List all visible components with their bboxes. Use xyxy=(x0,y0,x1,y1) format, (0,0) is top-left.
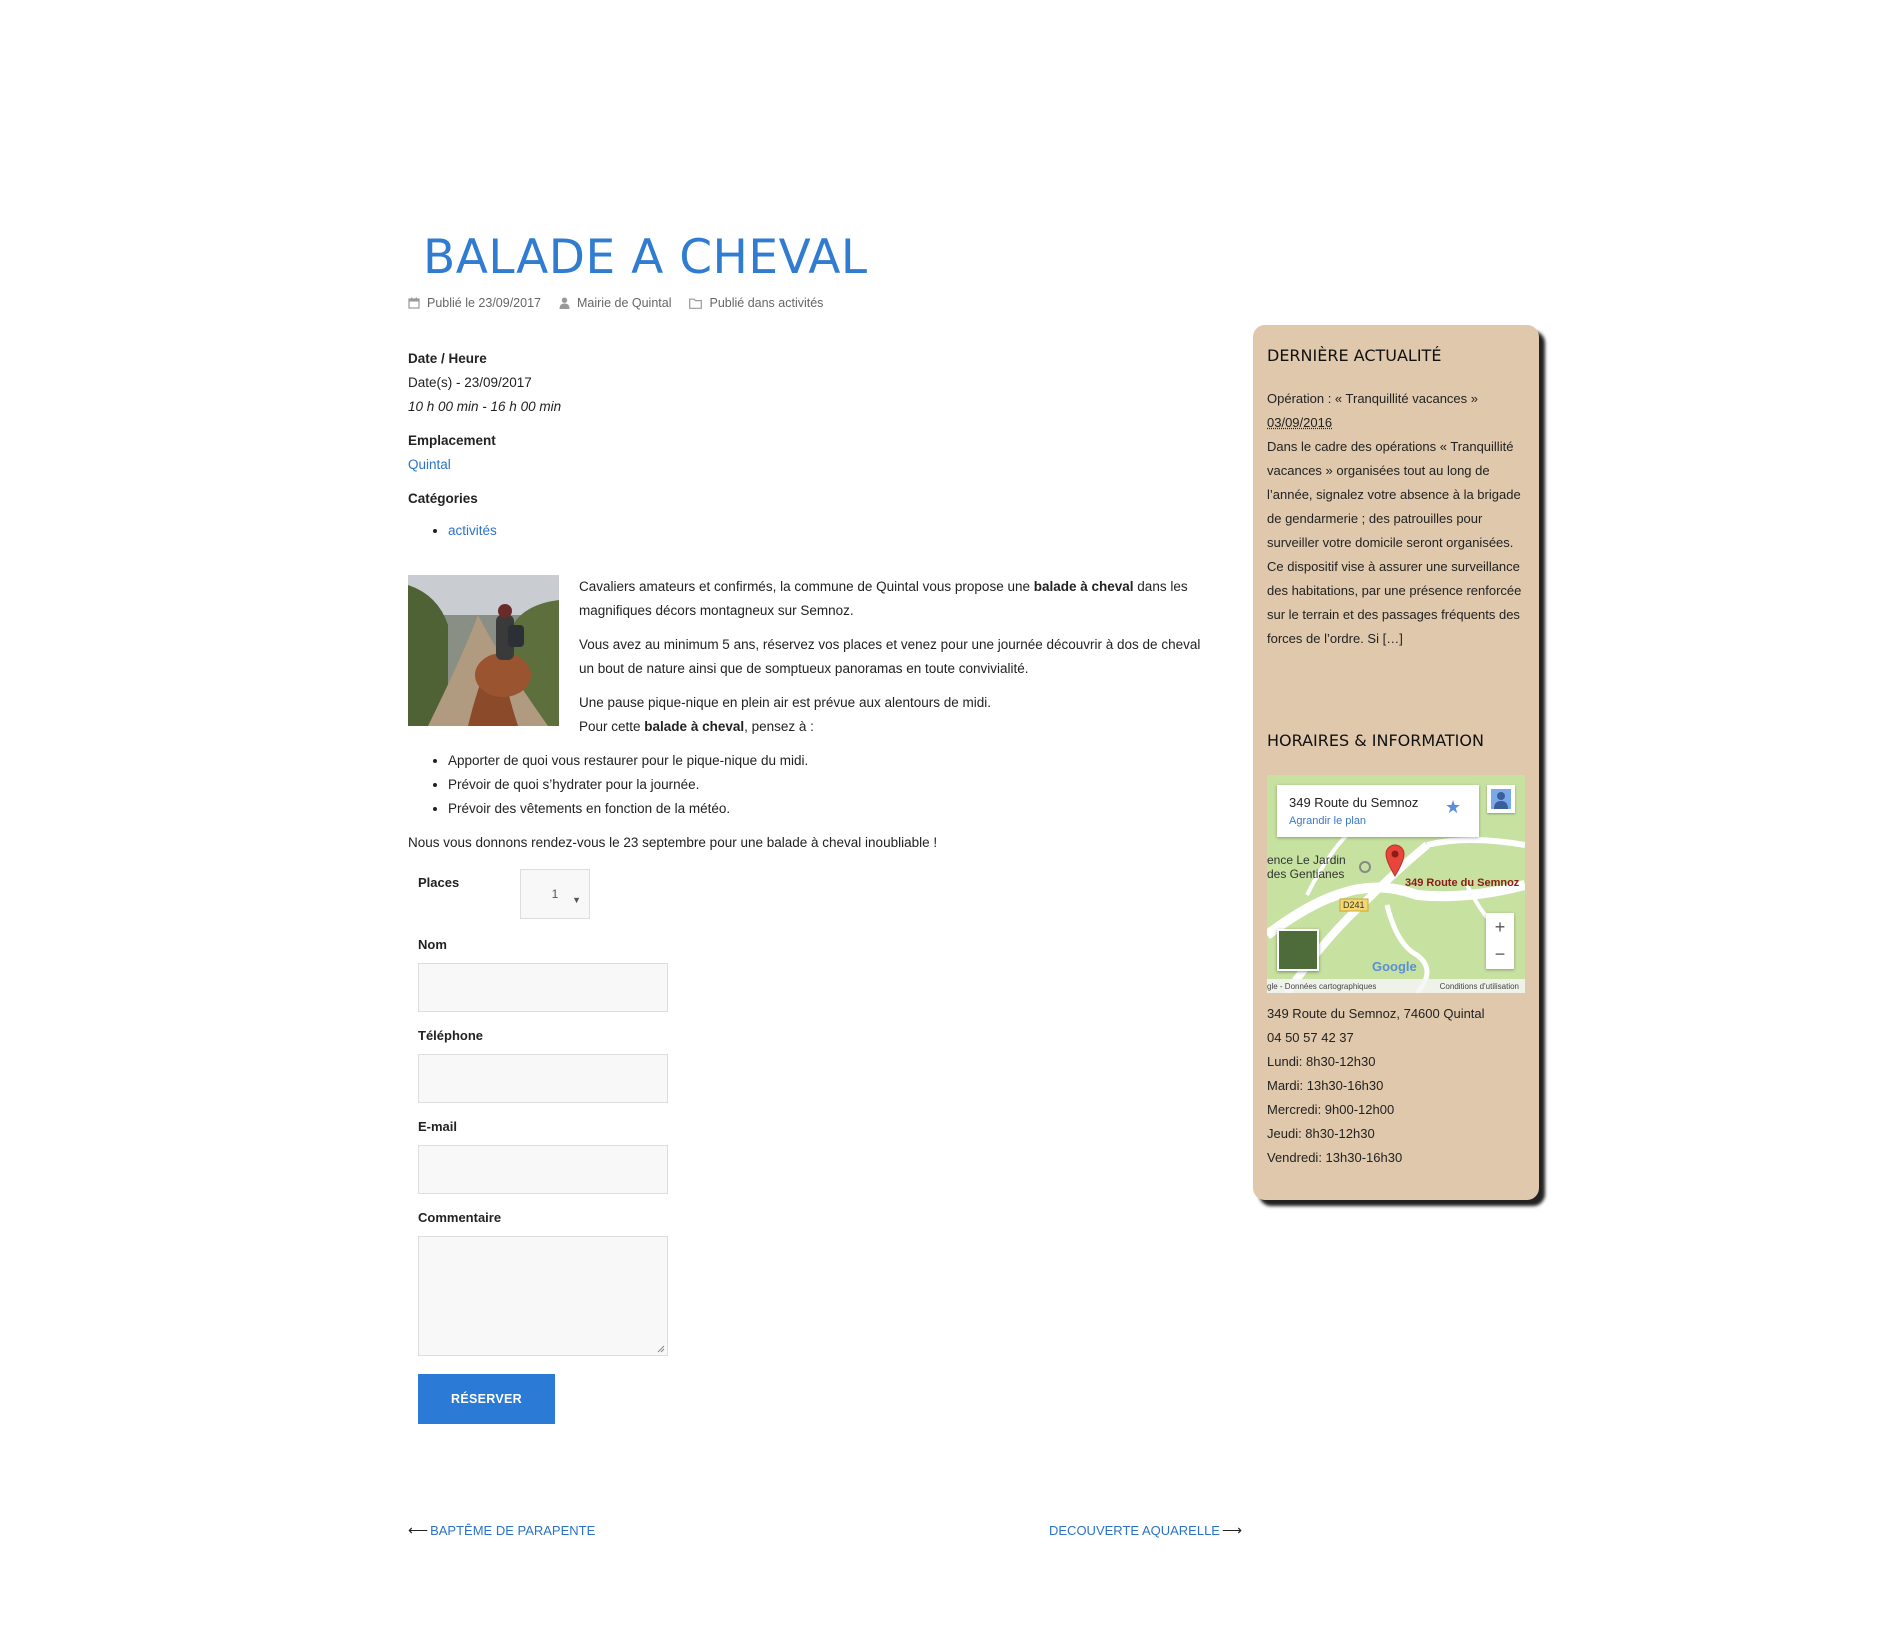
intro-text-part: Cavaliers amateurs et confirmés, la comm… xyxy=(579,579,1034,594)
news-heading: DERNIÈRE ACTUALITÉ xyxy=(1267,346,1442,365)
news-date: 03/09/2016 xyxy=(1267,415,1333,430)
street-view-icon[interactable] xyxy=(1487,785,1515,813)
phone-number: 04 50 57 42 37 xyxy=(1267,1030,1354,1045)
zoom-control: + − xyxy=(1486,913,1514,969)
places-label: Places xyxy=(418,875,460,890)
list-item: Prévoir des vêtements en fonction de la … xyxy=(448,797,1208,821)
publish-date: Publié le 23/09/2017 xyxy=(427,296,541,310)
map-terms-link[interactable]: Conditions d'utilisation xyxy=(1440,982,1519,991)
categories-heading: Catégories xyxy=(408,491,478,506)
map-info-card: 349 Route du Semnoz Agrandir le plan ★ xyxy=(1277,785,1479,837)
intro-text: Cavaliers amateurs et confirmés, la comm… xyxy=(579,575,1208,739)
next-post-label: DECOUVERTE AQUARELLE xyxy=(1049,1523,1220,1538)
location-link[interactable]: Quintal xyxy=(408,457,451,472)
marker-label: 349 Route du Semnoz xyxy=(1405,877,1520,889)
email-label: E-mail xyxy=(418,1119,458,1134)
categories-list: activités xyxy=(408,519,1208,543)
checklist-intro-part: , pensez à : xyxy=(744,719,814,734)
google-logo: Google xyxy=(1372,959,1417,974)
map-attribution: gle - Données cartographiques xyxy=(1267,981,1377,991)
prev-post-label: BAPTÊME DE PARAPENTE xyxy=(430,1523,596,1538)
comment-label: Commentaire xyxy=(418,1210,502,1225)
news-excerpt: Dans le cadre des opérations « Tranquill… xyxy=(1267,439,1522,646)
prev-post-link[interactable]: ⟵ BAPTÊME DE PARAPENTE xyxy=(408,1522,595,1539)
comment-field[interactable] xyxy=(418,1236,668,1356)
post-content: Date / Heure Date(s) - 23/09/2017 10 h 0… xyxy=(408,347,1208,1424)
intro-section: Cavaliers amateurs et confirmés, la comm… xyxy=(408,575,1208,739)
intro-text-bold: balade à cheval xyxy=(1033,579,1134,594)
checklist: Apporter de quoi vous restaurer pour le … xyxy=(408,749,1208,821)
checklist-intro-bold: balade à cheval xyxy=(644,719,745,734)
info-heading: HORAIRES & INFORMATION xyxy=(1267,731,1484,750)
post-meta: Publié le 23/09/2017 Mairie de Quintal P… xyxy=(408,296,841,310)
map-footer: gle - Données cartographiques Conditions… xyxy=(1267,979,1525,993)
location-heading: Emplacement xyxy=(408,433,496,448)
resize-handle-icon[interactable] xyxy=(657,1345,665,1353)
email-field[interactable] xyxy=(418,1145,668,1194)
star-icon[interactable]: ★ xyxy=(1445,797,1461,818)
page-title: BALADE A CHEVAL xyxy=(423,230,868,285)
map-enlarge-link[interactable]: Agrandir le plan xyxy=(1289,815,1366,827)
paragraph-picnic: Une pause pique-nique en plein air est p… xyxy=(579,695,992,710)
sidebar: DERNIÈRE ACTUALITÉ Opération : « Tranqui… xyxy=(1253,325,1539,1200)
zoom-in-button[interactable]: + xyxy=(1486,913,1514,941)
folder-icon xyxy=(689,298,703,309)
phone-field[interactable] xyxy=(418,1054,668,1103)
place-label: des Gentianes xyxy=(1267,867,1345,881)
checklist-intro-part: Pour cette xyxy=(579,719,645,734)
place-label: ence Le Jardin xyxy=(1267,853,1346,867)
list-item: Apporter de quoi vous restaurer pour le … xyxy=(448,749,1208,773)
map-pin-icon[interactable] xyxy=(1384,843,1406,877)
author-link[interactable]: Mairie de Quintal xyxy=(577,296,672,310)
hours-tuesday: Mardi: 13h30-16h30 xyxy=(1267,1078,1384,1093)
arrow-left-icon: ⟵ xyxy=(408,1522,429,1538)
name-label: Nom xyxy=(418,937,447,952)
zoom-out-button[interactable]: − xyxy=(1486,941,1514,969)
address: 349 Route du Semnoz, 74600 Quintal xyxy=(1267,1006,1485,1021)
calendar-icon xyxy=(408,297,420,309)
news-title-link[interactable]: Opération : « Tranquillité vacances » xyxy=(1267,391,1478,406)
list-item: activités xyxy=(448,519,1208,543)
satellite-toggle[interactable] xyxy=(1277,929,1319,971)
road-label: D241 xyxy=(1343,900,1365,910)
hours-friday: Vendredi: 13h30-16h30 xyxy=(1267,1150,1403,1165)
hours-thursday: Jeudi: 8h30-12h30 xyxy=(1267,1126,1375,1141)
hours-wednesday: Mercredi: 9h00-12h00 xyxy=(1267,1102,1395,1117)
booking-form: Places 1 ▼ Nom Téléphone E-mail Commenta… xyxy=(418,869,1208,1424)
category-meta: Publié dans activités xyxy=(709,296,824,310)
list-item: Prévoir de quoi s’hydrater pour la journ… xyxy=(448,773,1208,797)
category-link-activites[interactable]: activités xyxy=(448,523,497,538)
location-map[interactable]: D241 ence Le Jardin des Gentianes 349 Ro… xyxy=(1267,775,1525,993)
places-value: 1 xyxy=(551,887,559,901)
event-dates: Date(s) - 23/09/2017 xyxy=(408,375,532,390)
event-time: 10 h 00 min - 16 h 00 min xyxy=(408,399,562,414)
hours-monday: Lundi: 8h30-12h30 xyxy=(1267,1054,1376,1069)
horse-ride-image xyxy=(408,575,559,726)
arrow-right-icon: ⟶ xyxy=(1221,1522,1243,1538)
name-field[interactable] xyxy=(418,963,668,1012)
user-icon xyxy=(559,297,570,309)
places-select[interactable]: 1 ▼ xyxy=(520,869,590,919)
reserve-button[interactable]: RÉSERVER xyxy=(418,1374,555,1424)
chevron-down-icon: ▼ xyxy=(572,895,581,905)
map-card-title: 349 Route du Semnoz xyxy=(1289,795,1419,810)
next-post-link[interactable]: DECOUVERTE AQUARELLE ⟶ xyxy=(1049,1522,1242,1539)
paragraph-age: Vous avez au minimum 5 ans, réservez vos… xyxy=(579,637,1201,676)
phone-label: Téléphone xyxy=(418,1028,484,1043)
closing-text: Nous vous donnons rendez-vous le 23 sept… xyxy=(408,835,938,850)
date-heading: Date / Heure xyxy=(408,351,487,366)
